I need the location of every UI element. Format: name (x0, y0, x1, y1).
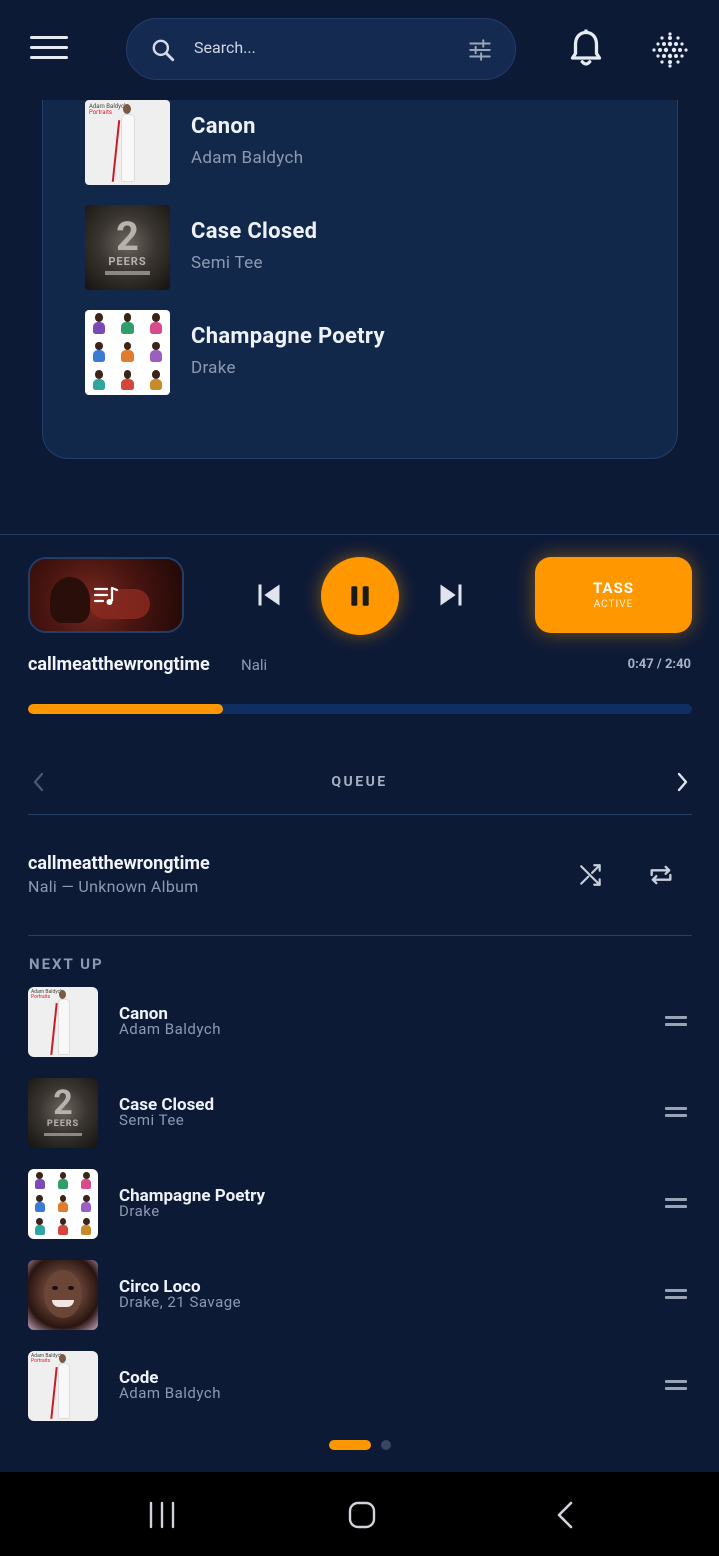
playback-time: 0:47 / 2:40 (627, 657, 691, 672)
queue-heading: QUEUE (331, 774, 388, 790)
notification-bell-icon[interactable] (568, 28, 604, 70)
album-art (28, 1169, 98, 1239)
album-art (28, 1260, 98, 1330)
album-art: Adam Baldych Portraits (85, 100, 170, 185)
queue-item[interactable]: Champagne Poetry Drake (28, 1169, 692, 1239)
drag-handle-icon[interactable] (665, 1380, 687, 1390)
search-bar[interactable] (126, 18, 516, 80)
drag-handle-icon[interactable] (665, 1016, 687, 1026)
repeat-icon[interactable] (647, 861, 675, 889)
queue-item[interactable]: Adam Baldych Portraits Canon Adam Baldyc… (28, 987, 692, 1057)
search-result-item[interactable]: 2 PEERS Case Closed Semi Tee (85, 205, 585, 291)
drag-handle-icon[interactable] (665, 1289, 687, 1299)
page-indicator-inactive[interactable] (381, 1440, 391, 1450)
now-playing-artist: Nali (241, 656, 268, 674)
progress-fill (28, 704, 224, 714)
result-artist: Semi Tee (191, 253, 263, 273)
result-title: Canon (191, 114, 256, 139)
home-icon[interactable] (347, 1500, 377, 1530)
album-art: Adam Baldych Portraits (28, 1351, 98, 1421)
pause-button[interactable] (321, 557, 399, 635)
album-art: Adam Baldych Portraits (28, 987, 98, 1057)
queue-item[interactable]: Circo Loco Drake, 21 Savage (28, 1260, 692, 1330)
search-result-item[interactable]: Champagne Poetry Drake (85, 310, 585, 396)
back-icon[interactable] (554, 1500, 576, 1530)
page-indicator-active[interactable] (329, 1440, 371, 1450)
recent-apps-icon[interactable] (148, 1500, 176, 1530)
result-artist: Drake (191, 358, 236, 378)
skip-next-icon[interactable] (437, 581, 465, 609)
dot-grid-icon[interactable] (650, 30, 690, 70)
album-art: 2 PEERS (85, 205, 170, 290)
album-art (85, 310, 170, 395)
shuffle-icon[interactable] (578, 862, 604, 888)
filter-sliders-icon[interactable] (467, 37, 493, 63)
queue-item-artist: Semi Tee (119, 1111, 185, 1129)
now-playing-title: callmeatthewrongtime (28, 654, 210, 675)
album-art: 2 PEERS (28, 1078, 98, 1148)
search-icon (152, 39, 175, 62)
tass-toggle-button[interactable]: TASS ACTIVE (535, 557, 692, 633)
system-navigation-bar (0, 1472, 719, 1556)
lyrics-queue-icon (93, 586, 119, 605)
current-track-subtitle: Nali — Unknown Album (28, 877, 199, 896)
drag-handle-icon[interactable] (665, 1107, 687, 1117)
skip-previous-icon[interactable] (255, 581, 283, 609)
playback-progress-bar[interactable] (28, 704, 692, 714)
menu-icon[interactable] (30, 36, 68, 64)
queue-item-artist: Drake, 21 Savage (119, 1293, 242, 1311)
divider (28, 814, 692, 815)
result-title: Champagne Poetry (191, 324, 385, 349)
queue-item-artist: Drake (119, 1202, 160, 1220)
result-title: Case Closed (191, 219, 318, 244)
result-artist: Adam Baldych (191, 148, 304, 168)
queue-item-artist: Adam Baldych (119, 1384, 222, 1402)
queue-item[interactable]: 2 PEERS Case Closed Semi Tee (28, 1078, 692, 1148)
chevron-right-icon[interactable] (672, 771, 692, 793)
search-input[interactable]: Search... (194, 38, 256, 57)
queue-item-artist: Adam Baldych (119, 1020, 222, 1038)
search-result-item[interactable]: Adam Baldych Portraits Canon Adam Baldyc… (85, 100, 585, 186)
tass-label: TASS (592, 579, 635, 597)
drag-handle-icon[interactable] (665, 1198, 687, 1208)
queue-item[interactable]: Adam Baldych Portraits Code Adam Baldych (28, 1351, 692, 1421)
player-divider (0, 534, 719, 535)
tass-status: ACTIVE (593, 599, 634, 610)
pause-icon (351, 586, 369, 606)
next-up-heading: NEXT UP (29, 955, 104, 973)
current-track-title: callmeatthewrongtime (28, 853, 210, 874)
divider (28, 935, 692, 936)
now-playing-artwork[interactable] (28, 557, 184, 633)
